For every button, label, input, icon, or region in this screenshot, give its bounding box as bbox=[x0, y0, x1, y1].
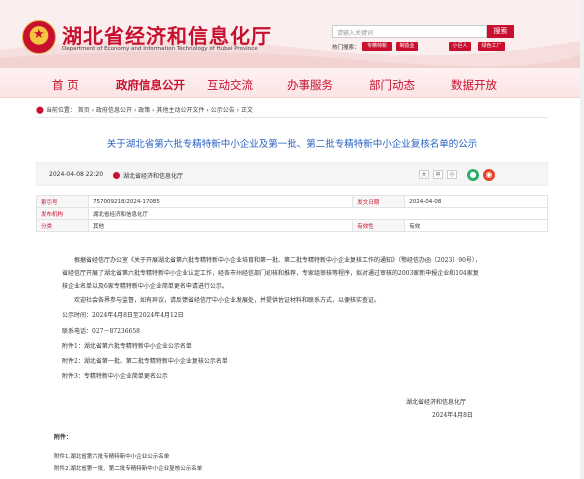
location-pin-icon: ⬤ bbox=[36, 106, 44, 114]
national-emblem-logo[interactable] bbox=[22, 20, 56, 54]
article-meta-bar: 2024-04-08 22:20 湖北省经济和信息化厅 大 中 小 ● ◉ bbox=[36, 162, 548, 186]
body-paragraph-1: 根据省经信厅办公室《关于开展湖北省第六批专精特新中小企业培育和第一批、第二批专精… bbox=[62, 257, 481, 290]
pubdate-value: 2024-04-08 bbox=[404, 195, 548, 208]
index-label: 索引号 bbox=[36, 195, 89, 208]
article-source: 湖北省经济和信息化厅 bbox=[113, 171, 183, 180]
wechat-share-icon[interactable]: ● bbox=[467, 169, 479, 181]
main-nav: 首 页 政府信息公开 互动交流 办事服务 部门动态 数据开放 bbox=[0, 68, 584, 98]
body-paragraph-2: 欢迎社会各界参与监督，如有异议，请反馈省经信厅中小企业发展处，并提供佐证材料和联… bbox=[74, 297, 381, 304]
index-value: 757009218/2024-17085 bbox=[87, 195, 354, 208]
font-size-medium-button[interactable]: 中 bbox=[433, 170, 443, 179]
site-header: 湖北省经济和信息化厅 Department of Economy and Inf… bbox=[0, 0, 584, 68]
attachment-note-3: 附件3：专精特新中小企业简单更名公示 bbox=[62, 373, 168, 380]
nav-home[interactable]: 首 页 bbox=[52, 77, 79, 93]
attachments-heading: 附件： bbox=[54, 434, 73, 441]
weibo-share-icon[interactable]: ◉ bbox=[483, 169, 495, 181]
pubdate-label: 发文日期 bbox=[352, 195, 406, 208]
breadcrumb-prefix: 当前位置： bbox=[45, 107, 76, 114]
document-info-table: 索引号 757009218/2024-17085 发文日期 2024-04-08… bbox=[36, 195, 548, 232]
site-subtitle: Department of Economy and Information Te… bbox=[62, 46, 258, 52]
nav-interaction[interactable]: 互动交流 bbox=[207, 77, 253, 93]
site-title[interactable]: 湖北省经济和信息化厅 bbox=[62, 20, 272, 49]
font-size-small-button[interactable]: 小 bbox=[447, 170, 457, 179]
hot-search-label: 热门搜索： bbox=[332, 45, 360, 51]
divider bbox=[36, 117, 548, 118]
notice-period: 公示时间：2024年4月8日至2024年4月12日 bbox=[62, 312, 184, 319]
signature: 湖北省经济和信息化厅 bbox=[406, 399, 467, 406]
category-value: 其他 bbox=[87, 219, 354, 232]
attachment-link-2[interactable]: 附件2.湖北省第一批、第二批专精特新中小企业复核公示名单 bbox=[54, 464, 202, 472]
attachment-note-1: 附件1：湖北省第六批专精特新中小企业公示名单 bbox=[62, 343, 192, 350]
nav-gov-info[interactable]: 政府信息公开 bbox=[116, 77, 185, 93]
scrollbar[interactable] bbox=[580, 0, 584, 479]
breadcrumb-item-other-files[interactable]: 其他主动公开文件 bbox=[156, 107, 204, 114]
search-button[interactable]: 搜索 bbox=[487, 25, 514, 38]
nav-dept-news[interactable]: 部门动态 bbox=[369, 77, 415, 93]
breadcrumb-item-body: 正文 bbox=[240, 107, 253, 114]
article-title: 关于湖北省第六批专精特新中小企业及第一批、第二批专精特新中小企业复核名单的公示 bbox=[106, 139, 478, 150]
attachment-note-2: 附件2：湖北省第一批、第二批专精特新中小企业复核公示名单 bbox=[62, 358, 228, 365]
search-input[interactable]: 请输入关键词 bbox=[332, 25, 487, 38]
category-label: 分类 bbox=[36, 219, 89, 232]
breadcrumb-item-policy[interactable]: 政策 bbox=[138, 107, 150, 114]
publish-datetime: 2024-04-08 22:20 bbox=[49, 171, 104, 178]
hot-tag-2[interactable]: 制造业 bbox=[396, 42, 418, 51]
nav-services[interactable]: 办事服务 bbox=[287, 77, 333, 93]
font-size-large-button[interactable]: 大 bbox=[419, 170, 429, 179]
sign-date: 2024年4月8日 bbox=[432, 412, 473, 419]
hot-tag-3[interactable]: 小巨人 bbox=[449, 42, 471, 51]
breadcrumb: ⬤ 当前位置： 首页 › 政府信息公开 › 政策 › 其他主动公开文件 › 公示公… bbox=[36, 106, 253, 114]
nav-open-data[interactable]: 数据开放 bbox=[451, 77, 497, 93]
hot-tag-4[interactable]: 绿色工厂 bbox=[478, 42, 505, 51]
org-label: 发布机构 bbox=[36, 207, 89, 220]
contact-phone: 联系电话：027－87236658 bbox=[62, 328, 140, 335]
validity-label: 有效性 bbox=[352, 219, 406, 232]
hot-tag-1[interactable]: 专精特新 bbox=[362, 42, 392, 51]
org-value: 湖北省经济和信息化厅 bbox=[88, 207, 548, 220]
attachment-link-1[interactable]: 附件1.湖北省第六批专精特新中小企业公示名单 bbox=[54, 452, 169, 460]
breadcrumb-item-notices[interactable]: 公示公告 bbox=[211, 107, 235, 114]
breadcrumb-item-home[interactable]: 首页 bbox=[78, 107, 90, 114]
breadcrumb-item-gov-info[interactable]: 政府信息公开 bbox=[96, 107, 132, 114]
validity-value: 有效 bbox=[404, 219, 548, 232]
